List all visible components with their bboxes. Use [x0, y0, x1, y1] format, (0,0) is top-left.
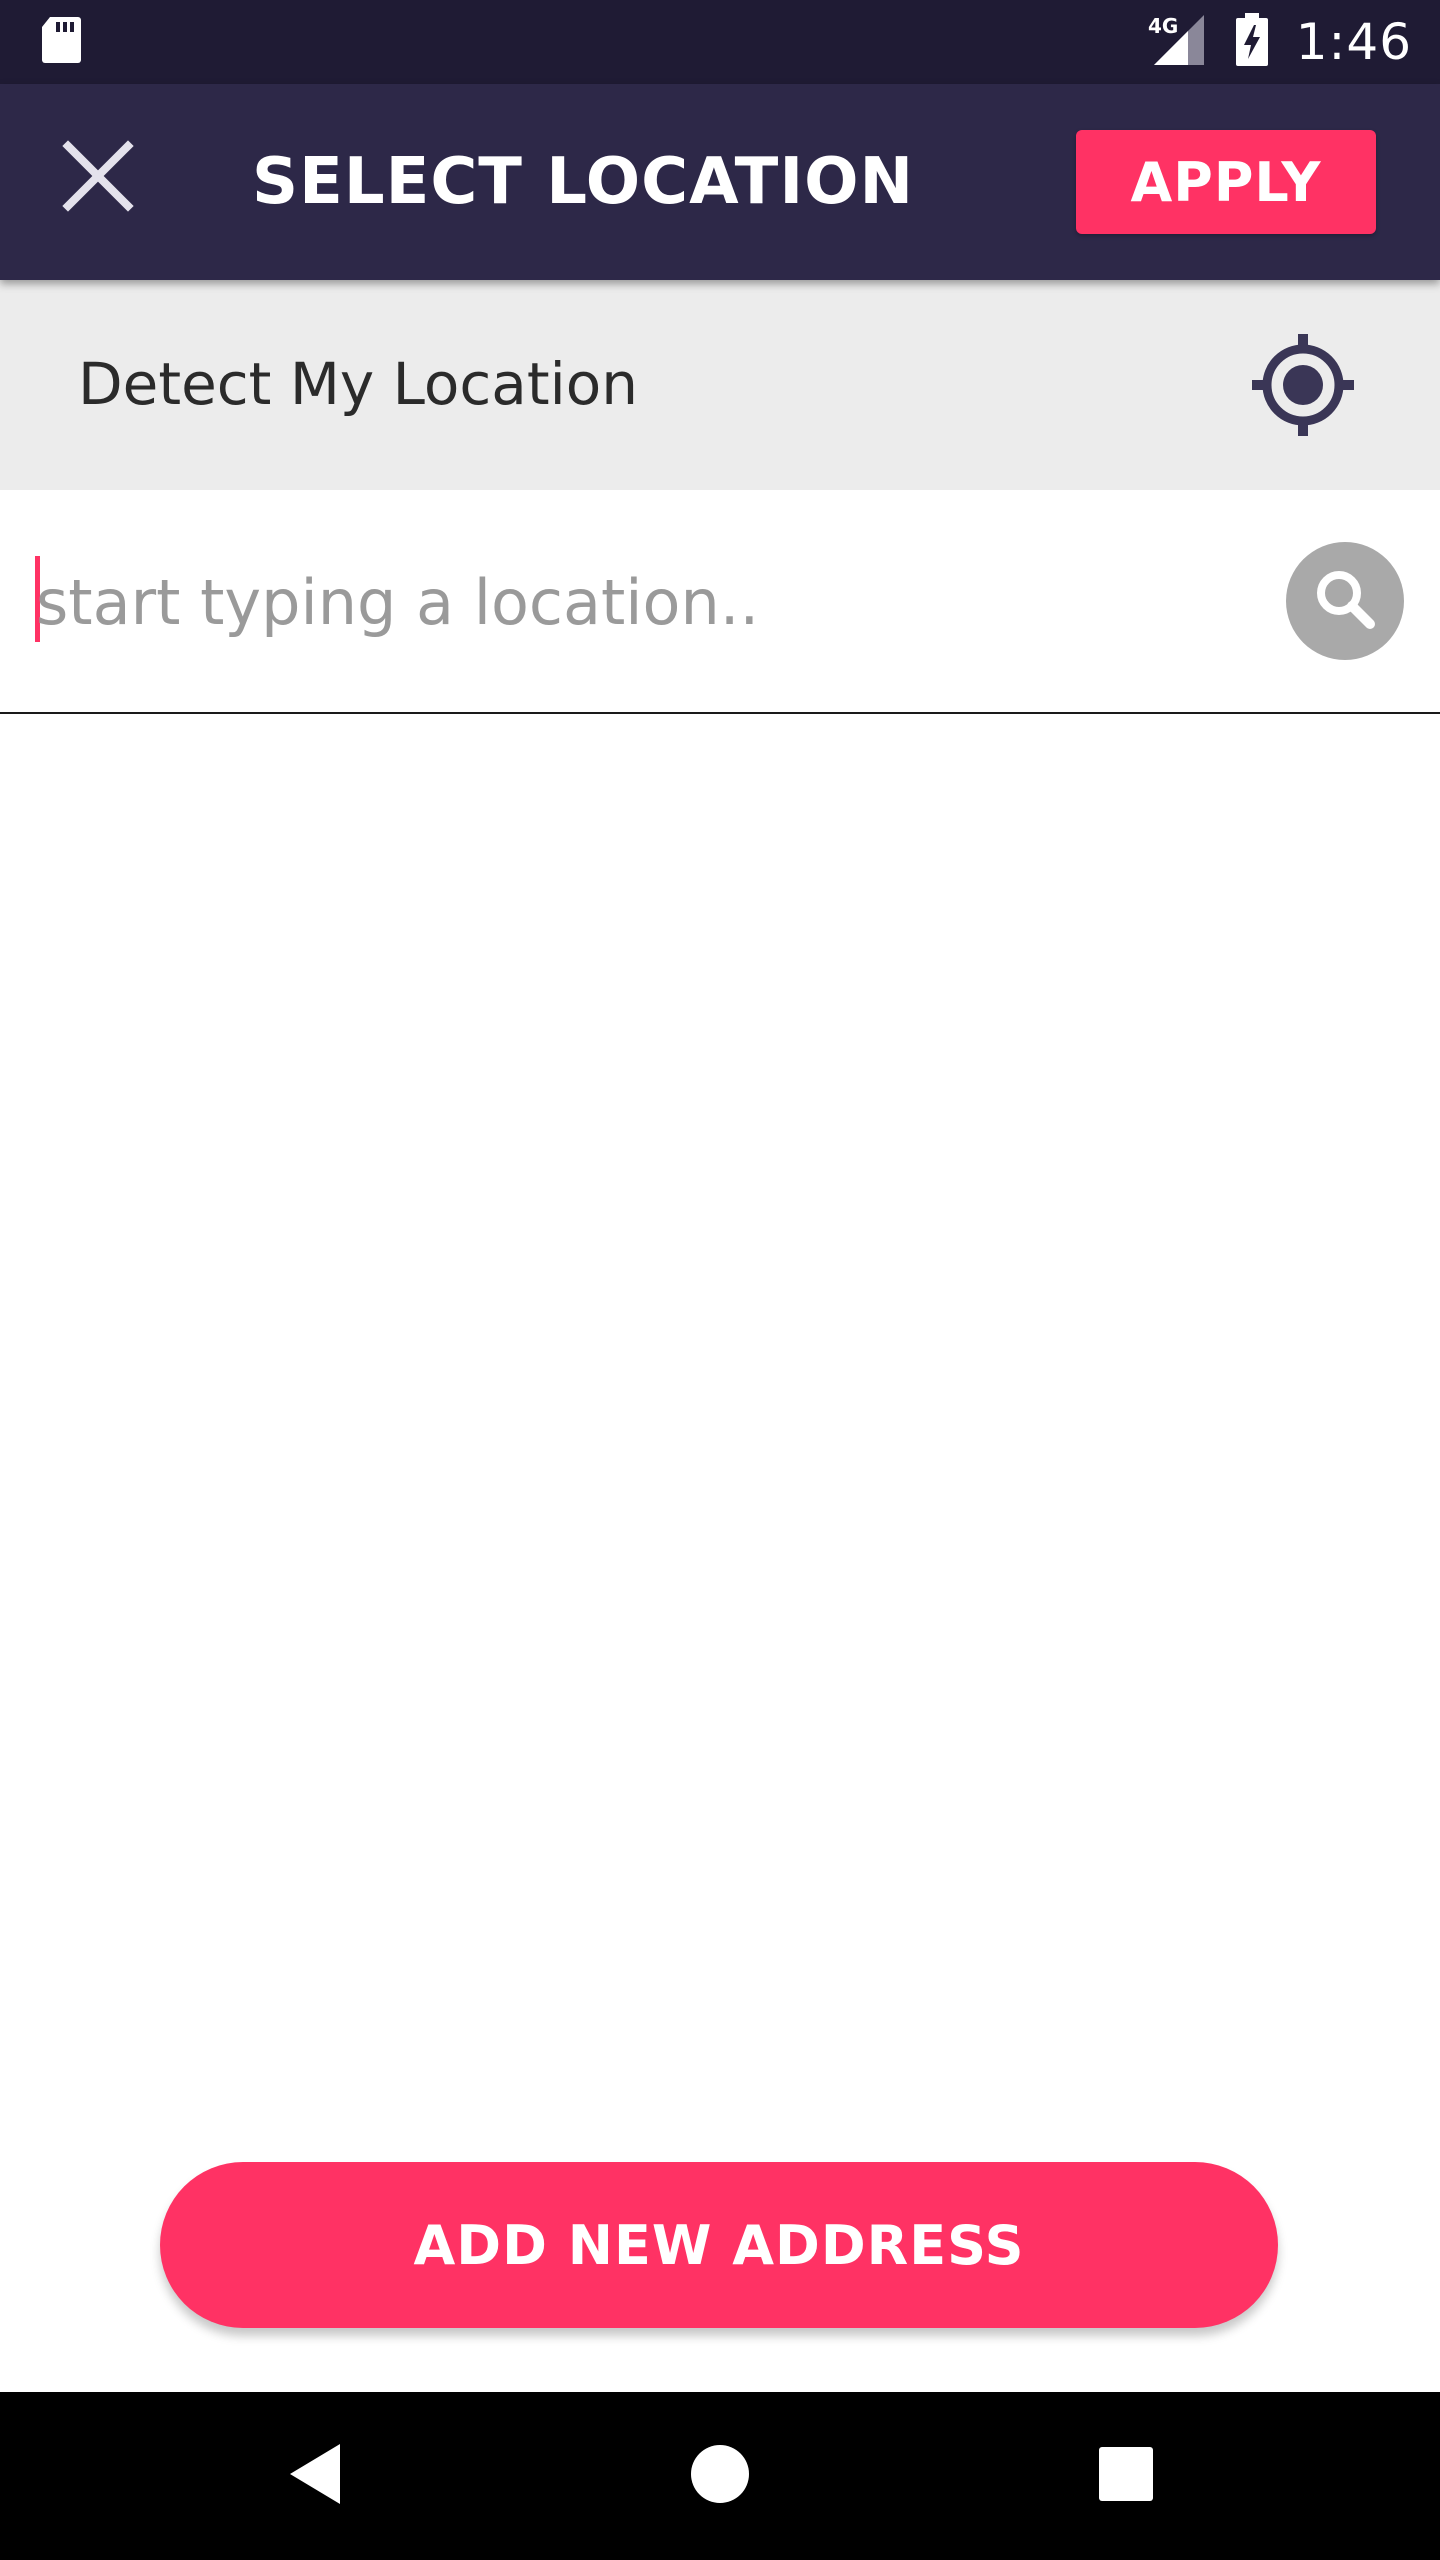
status-bar: 4G 1:46 — [0, 0, 1440, 84]
gps-fixed-icon — [1250, 332, 1356, 438]
location-search-input[interactable] — [36, 542, 1236, 662]
recents-icon — [1098, 2446, 1154, 2507]
home-button[interactable] — [670, 2426, 770, 2526]
search-icon — [1312, 566, 1378, 637]
close-button[interactable] — [48, 128, 148, 228]
back-button[interactable] — [266, 2426, 366, 2526]
app-bar: SELECT LOCATION APPLY — [0, 84, 1440, 280]
detect-location-label: Detect My Location — [78, 350, 638, 418]
status-left — [40, 15, 82, 70]
battery-charging-icon — [1234, 12, 1270, 72]
recents-button[interactable] — [1076, 2426, 1176, 2526]
close-icon — [62, 139, 134, 217]
status-time: 1:46 — [1295, 13, 1412, 71]
search-button[interactable] — [1286, 542, 1404, 660]
signal-4g-icon: 4G — [1148, 13, 1208, 72]
home-icon — [690, 2444, 750, 2509]
page-title: SELECT LOCATION — [252, 145, 915, 219]
system-nav-bar — [0, 2392, 1440, 2560]
select-location-screen: 4G 1:46 SELECT LOCATION APPLY Detect My … — [0, 0, 1440, 2560]
back-icon — [286, 2442, 346, 2511]
apply-button[interactable]: APPLY — [1076, 130, 1376, 234]
status-right: 4G 1:46 — [1122, 12, 1412, 72]
search-row — [0, 490, 1440, 714]
detect-location-row[interactable]: Detect My Location — [0, 280, 1440, 490]
add-new-address-button[interactable]: ADD NEW ADDRESS — [160, 2162, 1278, 2328]
sd-card-icon — [40, 15, 82, 70]
network-label: 4G — [1148, 14, 1178, 38]
